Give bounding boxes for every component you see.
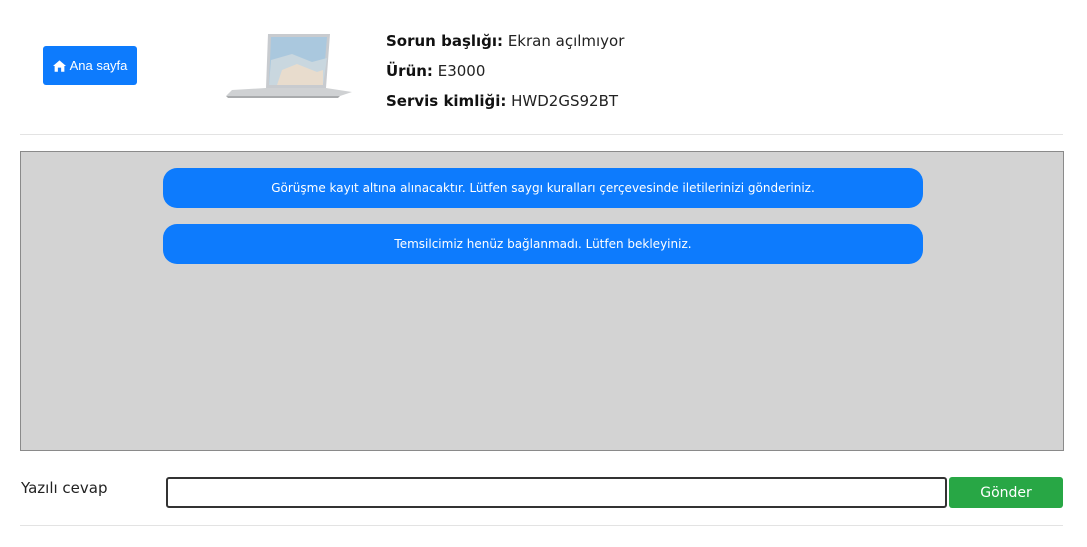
service-id-label: Servis kimliği: [386, 92, 507, 110]
product-value: E3000 [437, 62, 486, 80]
header-divider [20, 134, 1063, 135]
product-label: Ürün: [386, 62, 433, 80]
support-chat-page: Ana sayfa Sorun başlığı: Ekran açılmıyor… [0, 0, 1087, 547]
service-id-row: Servis kimliği: HWD2GS92BT [386, 86, 624, 116]
ticket-info: Sorun başlığı: Ekran açılmıyor Ürün: E30… [386, 26, 624, 116]
home-button-label: Ana sayfa [69, 58, 128, 73]
send-button[interactable]: Gönder [949, 477, 1063, 508]
laptop-image [226, 34, 352, 98]
chat-window[interactable]: Görüşme kayıt altına alınacaktır. Lütfen… [20, 151, 1064, 451]
home-icon [52, 59, 66, 72]
reply-label: Yazılı cevap [21, 479, 108, 497]
issue-title-row: Sorun başlığı: Ekran açılmıyor [386, 26, 624, 56]
service-id-value: HWD2GS92BT [511, 92, 619, 110]
chat-message: Görüşme kayıt altına alınacaktır. Lütfen… [163, 168, 923, 208]
home-button[interactable]: Ana sayfa [43, 46, 137, 85]
issue-title-value: Ekran açılmıyor [507, 32, 625, 50]
issue-title-label: Sorun başlığı: [386, 32, 504, 50]
product-row: Ürün: E3000 [386, 56, 624, 86]
chat-message: Temsilcimiz henüz bağlanmadı. Lütfen bek… [163, 224, 923, 264]
footer-divider [20, 525, 1063, 526]
reply-input[interactable] [166, 477, 947, 508]
